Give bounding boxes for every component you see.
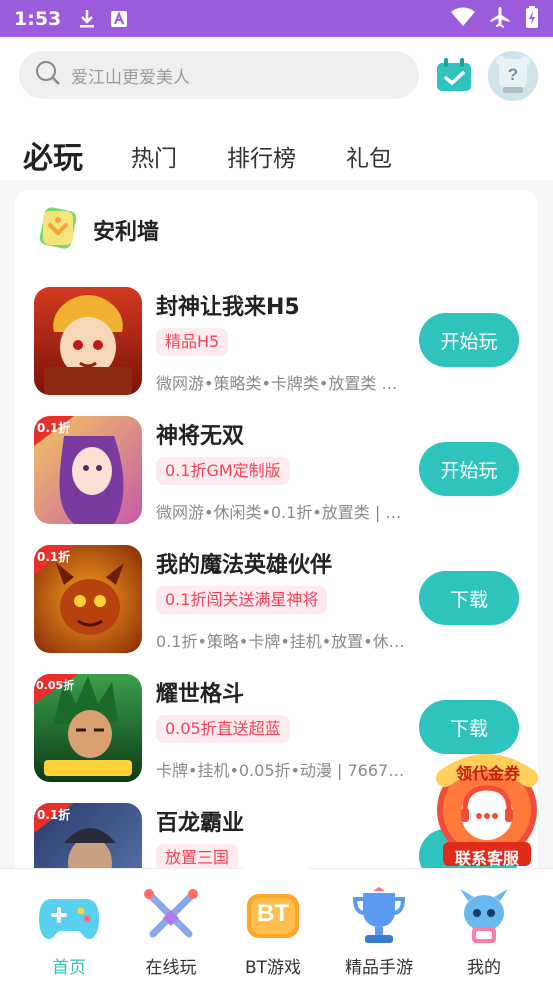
game-item[interactable]: 0.1折 我的魔法英雄伙伴 0.1折闯关送满星神将 0.1折•策略•卡牌•挂机•… <box>15 545 538 660</box>
nav-label: 我的 <box>467 958 501 978</box>
calendar-checkin-icon[interactable] <box>435 57 473 93</box>
text-a-icon <box>109 9 129 29</box>
game-tag: 精品H5 <box>156 328 229 356</box>
download-button[interactable]: 下载 <box>419 700 519 754</box>
game-item[interactable]: 0.1折 神将无双 0.1折GM定制版 微网游•休闲类•0.1折•放置类 | …… <box>15 416 538 531</box>
airplane-icon <box>489 6 511 32</box>
nav-home[interactable]: 首页 <box>24 887 114 979</box>
bt-icon-text: BT <box>257 900 289 927</box>
game-thumbnail[interactable]: 0.1折 <box>34 545 142 653</box>
discount-badge: 0.1折 <box>37 421 71 435</box>
game-meta: 卡牌•挂机•0.05折•动漫 | 7667… <box>156 761 405 780</box>
trophy-icon <box>349 887 409 945</box>
game-thumbnail[interactable]: 0.05折 <box>34 674 142 782</box>
robot-mascot-icon <box>454 887 514 945</box>
nav-label: BT游戏 <box>244 958 302 978</box>
nav-mine[interactable]: 我的 <box>439 887 529 979</box>
tab-gift[interactable]: 礼包 <box>346 139 392 173</box>
game-thumbnail[interactable]: 0.1折 <box>34 416 142 524</box>
tab-ranking[interactable]: 排行榜 <box>227 139 296 173</box>
search-placeholder: 爱江山更爱美人 <box>71 67 190 88</box>
game-meta: 0.1折•策略•卡牌•挂机•放置•休… <box>156 632 405 651</box>
game-meta: 微网游•策略类•卡牌类•放置类 … <box>156 374 398 393</box>
coupon-text: 领代金券 <box>455 764 520 783</box>
status-bar: 1:53 <box>0 0 553 37</box>
section-title: 安利墙 <box>93 220 160 245</box>
game-name: 我的魔法英雄伙伴 <box>156 553 333 578</box>
crossed-swords-icon <box>141 887 201 945</box>
bt-badge-icon: BT <box>243 887 303 945</box>
game-tag: 0.05折直送超蓝 <box>156 715 290 743</box>
game-thumbnail[interactable]: 0.1折 <box>34 803 142 870</box>
game-name: 耀世格斗 <box>156 682 245 707</box>
section-header: 安利墙 <box>35 202 159 258</box>
tab-must-play[interactable]: 必玩 <box>23 133 83 177</box>
tab-hot[interactable]: 热门 <box>131 139 177 173</box>
bottom-nav: 首页 在线玩 BT BT游戏 精品手游 我的 <box>0 859 553 983</box>
download-icon <box>77 9 97 29</box>
contact-service-text: 联系客服 <box>454 849 519 868</box>
game-name: 封神让我来H5 <box>156 295 300 320</box>
nav-label: 在线玩 <box>145 958 197 978</box>
game-item[interactable]: 封神让我来H5 精品H5 微网游•策略类•卡牌类•放置类 … 开始玩 <box>15 287 538 402</box>
svg-text:?: ? <box>508 65 518 84</box>
game-meta: 微网游•休闲类•0.1折•放置类 | … <box>156 503 402 522</box>
search-icon <box>35 60 61 90</box>
wifi-icon <box>451 7 475 31</box>
search-bar[interactable]: 爱江山更爱美人 <box>19 51 419 99</box>
nav-label: 精品手游 <box>345 958 413 978</box>
game-tag: 放置三国 <box>156 844 239 870</box>
game-tag: 0.1折GM定制版 <box>156 457 290 485</box>
avatar[interactable]: ? <box>488 51 538 101</box>
nav-online-play[interactable]: 在线玩 <box>126 887 216 979</box>
play-button[interactable]: 开始玩 <box>419 442 519 496</box>
gamepad-icon <box>39 887 99 945</box>
nav-label: 首页 <box>52 958 86 978</box>
play-button[interactable]: 开始玩 <box>419 313 519 367</box>
discount-badge: 0.1折 <box>37 808 71 822</box>
game-name: 神将无双 <box>156 424 245 449</box>
battery-icon <box>525 5 539 32</box>
nav-premium-games[interactable]: 精品手游 <box>334 887 424 979</box>
nav-bt-games[interactable]: BT BT游戏 <box>228 887 318 979</box>
download-button[interactable]: 下载 <box>419 571 519 625</box>
discount-badge: 0.05折 <box>36 679 75 692</box>
customer-service-float[interactable]: 领代金券 联系客服 <box>425 748 550 870</box>
game-name: 百龙霸业 <box>156 811 245 836</box>
discount-badge: 0.1折 <box>37 550 71 564</box>
gift-card-icon <box>35 205 81 255</box>
game-thumbnail[interactable] <box>34 287 142 395</box>
status-time: 1:53 <box>14 7 62 30</box>
game-tag: 0.1折闯关送满星神将 <box>156 586 328 614</box>
